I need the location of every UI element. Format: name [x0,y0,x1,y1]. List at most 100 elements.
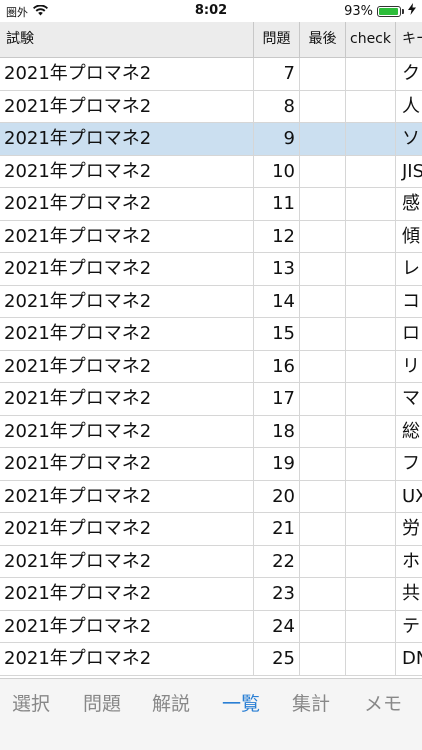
cell-number: 25 [254,643,300,675]
cell-last [300,610,346,642]
table-row[interactable]: 2021年プロマネ2 15 ロ [0,318,422,351]
cell-keyword: 総 [402,420,420,442]
tab-4[interactable]: 一覧 [222,689,260,716]
cell-last [300,383,346,415]
cell-number: 16 [254,350,300,382]
table-row[interactable]: 2021年プロマネ2 20 UX [0,480,422,513]
cell-last [300,123,346,155]
header-check[interactable]: check [346,22,396,57]
cell-number: 18 [254,415,300,447]
cell-check [346,415,396,447]
cell-keyword: コ [402,290,420,312]
cell-check [346,188,396,220]
cell-exam: 2021年プロマネ2 [0,383,254,415]
cell-keyword: 労 [402,518,420,539]
cell-check [346,513,396,545]
cell-exam: 2021年プロマネ2 [0,188,254,220]
table-header: 試験 問題 最後 check キー [0,22,422,58]
home-indicator-area [0,722,422,750]
cell-number: 22 [254,545,300,577]
table-row[interactable]: 2021年プロマネ2 8 人 [0,90,422,123]
table-row[interactable]: 2021年プロマネ225 DN [0,643,422,676]
cell-number: 24 [254,610,300,642]
cell-exam: 2021年プロマネ2 [0,545,254,577]
table-row[interactable]: 2021年プロマネ2 18 総 [0,415,422,448]
cell-exam: 2021年プロマネ2 [0,480,254,512]
tab-1[interactable]: 選択 [12,689,50,716]
cell-keyword: 人 [402,95,420,117]
cell-number: 23 [254,578,300,610]
cell-keyword: ホ [402,550,420,572]
tab-3[interactable]: 解説 [152,689,190,716]
battery-cap [402,8,404,14]
cell-exam: 2021年プロマネ2 [0,415,254,447]
table-row[interactable]: 2021年プロマネ2 23 共 [0,578,422,611]
header-last[interactable]: 最後 [300,22,346,57]
cell-check [346,123,396,155]
cell-number: 10 [254,155,300,187]
table-row[interactable]: 2021年プロマネ2 17 マ [0,383,422,416]
cell-check [346,253,396,285]
cell-exam: 2021年プロマネ2 [0,513,254,545]
tab-items: 選択 問題 解説 一覧 集計 メモ [0,679,422,723]
cell-exam: 2021年プロマネ2 [0,253,254,285]
cell-check [346,350,396,382]
cell-exam: 2021年プロマネ2 [0,123,254,155]
tab-2[interactable]: 問題 [83,689,121,716]
table-row[interactable]: 2021年プロマネ2 14 コ [0,285,422,318]
cell-number: 11 [254,188,300,220]
cell-last [300,578,346,610]
cell-last [300,480,346,512]
header-number[interactable]: 問題 [254,22,300,57]
cell-number: 17 [254,383,300,415]
table-row[interactable]: 2021年プロマネ2 7 ク [0,58,422,91]
battery-icon [377,5,401,17]
cell-check [346,480,396,512]
cell-exam: 2021年プロマネ2 [0,285,254,317]
table-row[interactable]: 2021年プロマネ2 9 ソ [0,123,422,156]
table-row[interactable]: 2021年プロマネ2 12 傾 [0,220,422,253]
cell-exam: 2021年プロマネ2 [0,220,254,252]
cell-keyword: マ [402,388,420,409]
cell-keyword: フ [402,453,420,474]
cell-number: 13 [254,253,300,285]
cell-keyword: ク [402,63,420,84]
table-row[interactable]: 2021年プロマネ2 24 テ [0,610,422,643]
cell-number: 21 [254,513,300,545]
table-row[interactable]: 2021年プロマネ2 13 レ [0,253,422,286]
table-row[interactable]: 2021年プロマネ2 11 感 [0,188,422,221]
cell-check [346,578,396,610]
cell-exam: 2021年プロマネ2 [0,155,254,187]
cell-exam: 2021年プロマネ2 [0,610,254,642]
table-row[interactable]: 2021年プロマネ2 22 ホ [0,545,422,578]
cell-check [346,155,396,187]
cell-last [300,285,346,317]
cell-keyword: リ [402,355,420,377]
header-exam[interactable]: 試験 [0,22,254,57]
cell-last [300,188,346,220]
table-row[interactable]: 2021年プロマネ2 16 リ [0,350,422,383]
table-row[interactable]: 2021年プロマネ2 21 労 [0,513,422,546]
cell-check [346,220,396,252]
charging-icon [408,3,416,19]
cell-exam: 2021年プロマネ2 [0,90,254,122]
cell-check [346,318,396,350]
table-row[interactable]: 2021年プロマネ2 19 フ [0,448,422,481]
table-row[interactable]: 2021年プロマネ2 10 JIS [0,155,422,188]
battery-percent: 93% [344,3,373,19]
cell-keyword: DN [402,648,422,669]
tab-6[interactable]: メモ [364,689,402,716]
cell-check [346,610,396,642]
cell-check [346,448,396,480]
header-keyword[interactable]: キー [396,22,422,57]
cell-number: 19 [254,448,300,480]
cell-keyword: ソ [402,128,420,149]
cell-number: 8 [254,90,300,122]
tab-5[interactable]: 集計 [292,689,330,716]
cell-last [300,90,346,122]
cell-exam: 2021年プロマネ2 [0,58,254,90]
cell-keyword: UX [402,485,422,507]
cell-last [300,253,346,285]
cell-last [300,350,346,382]
cell-number: 12 [254,220,300,252]
